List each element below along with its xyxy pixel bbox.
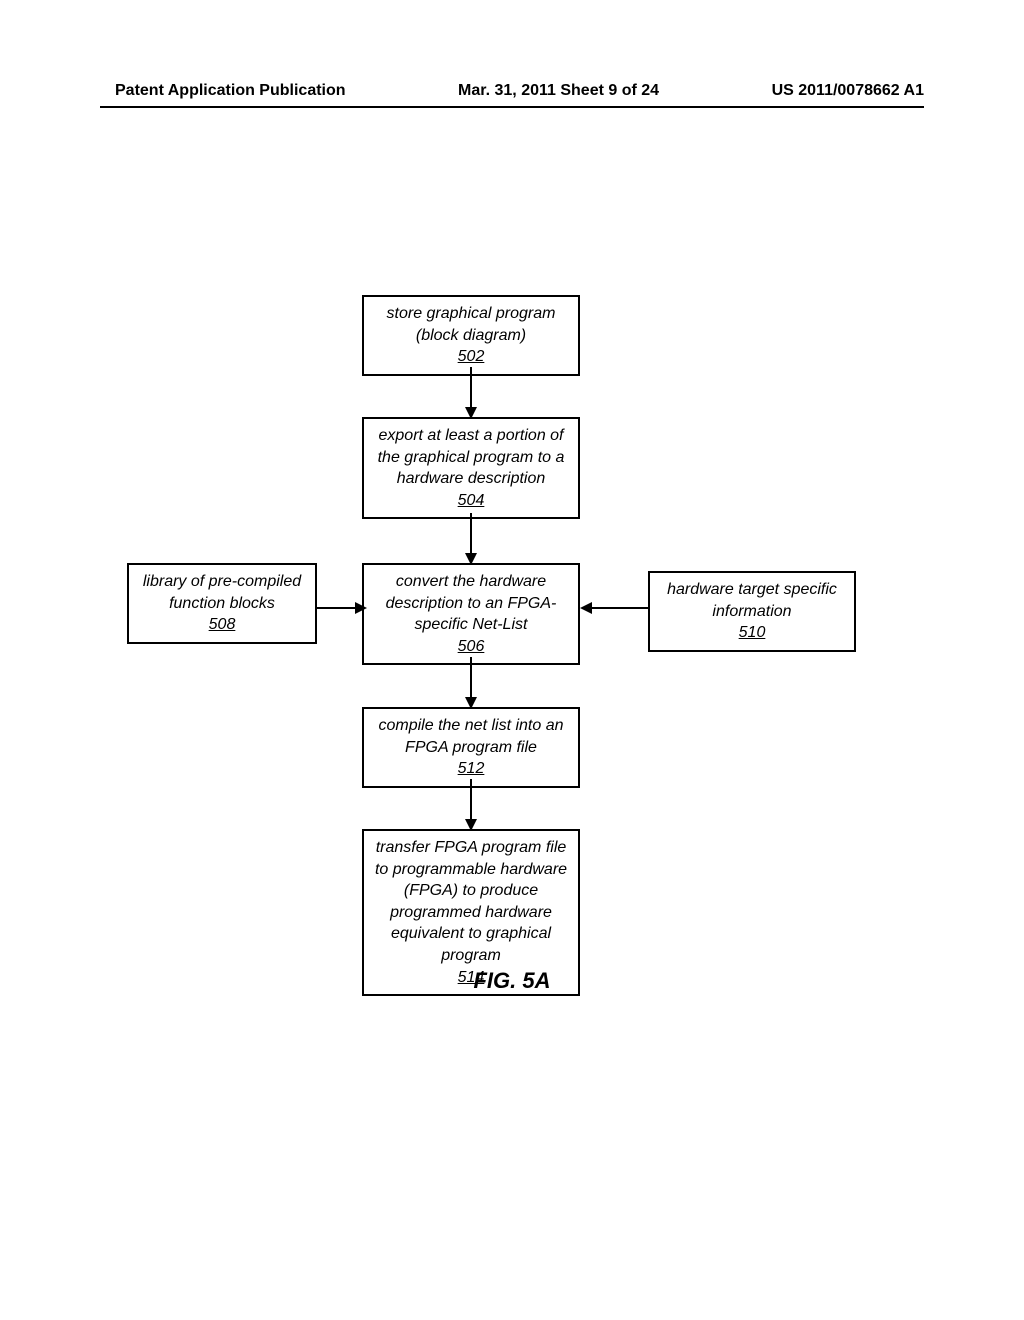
arrow-504-506 (465, 513, 477, 565)
box-508: library of pre-compiled function blocks … (127, 563, 317, 644)
box-502-ref: 502 (458, 348, 485, 365)
box-506-text: convert the hardware description to an F… (386, 573, 557, 633)
box-512-text: compile the net list into an FPGA progra… (379, 717, 564, 756)
arrow-512-514 (465, 779, 477, 831)
arrow-508-506 (317, 602, 367, 614)
box-510-ref: 510 (739, 624, 766, 641)
header-rule (100, 106, 924, 108)
box-502-text: store graphical program (block diagram) (387, 305, 556, 344)
box-504: export at least a portion of the graphic… (362, 417, 580, 519)
box-504-text: export at least a portion of the graphic… (378, 427, 565, 487)
box-510: hardware target specific information 510 (648, 571, 856, 652)
arrow-510-506 (580, 602, 648, 614)
box-508-ref: 508 (209, 616, 236, 633)
box-506-ref: 506 (458, 638, 485, 655)
box-504-ref: 504 (458, 492, 485, 509)
arrow-502-504 (465, 367, 477, 419)
figure-label: FIG. 5A (0, 968, 1024, 994)
box-514-text: transfer FPGA program file to programmab… (375, 839, 567, 964)
page-header: Patent Application Publication Mar. 31, … (115, 82, 924, 100)
box-502: store graphical program (block diagram) … (362, 295, 580, 376)
box-512-ref: 512 (458, 760, 485, 777)
box-506: convert the hardware description to an F… (362, 563, 580, 665)
header-center: Mar. 31, 2011 Sheet 9 of 24 (458, 82, 659, 100)
box-508-text: library of pre-compiled function blocks (143, 573, 301, 612)
box-510-text: hardware target specific information (667, 581, 837, 620)
header-right: US 2011/0078662 A1 (772, 82, 924, 100)
header-left: Patent Application Publication (115, 82, 346, 100)
box-512: compile the net list into an FPGA progra… (362, 707, 580, 788)
arrow-506-512 (465, 657, 477, 709)
